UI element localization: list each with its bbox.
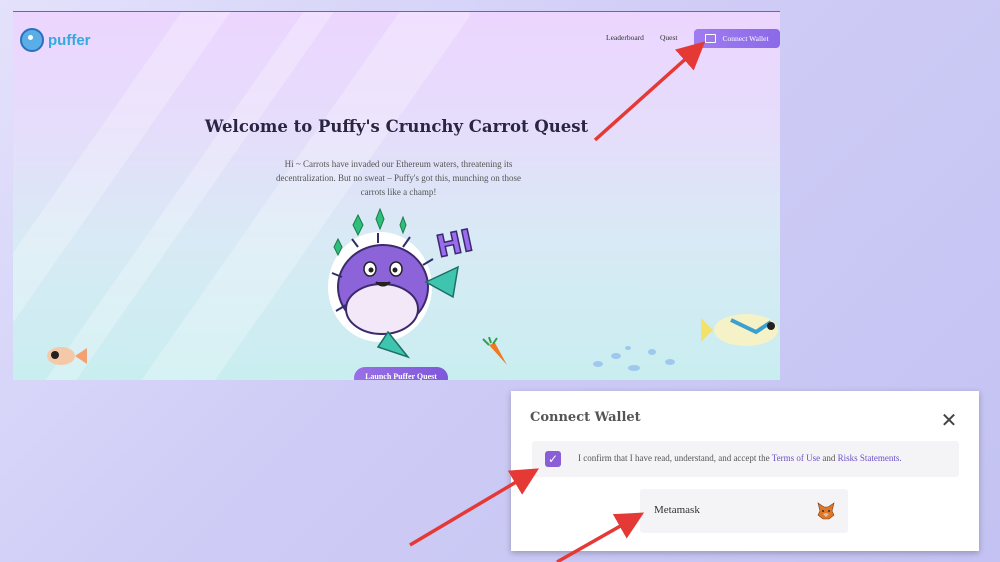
metamask-label: Metamask: [654, 504, 700, 516]
terms-checkbox[interactable]: ✓: [545, 451, 561, 467]
hero-title: Welcome to Puffy's Crunchy Carrot Quest: [204, 117, 589, 136]
close-icon[interactable]: ✕: [939, 410, 959, 430]
browser-viewport: puffer Leaderboard Quest Connect Wallet …: [13, 11, 780, 380]
confirm-and: and: [822, 453, 836, 463]
connect-wallet-button[interactable]: Connect Wallet: [694, 29, 780, 48]
hero-description: Hi ~ Carrots have invaded our Ethereum w…: [261, 157, 536, 199]
wallet-icon: [705, 34, 717, 43]
metamask-fox-icon: [817, 502, 835, 520]
nav-quest[interactable]: Quest: [660, 33, 678, 42]
nav-leaderboard[interactable]: Leaderboard: [606, 33, 644, 42]
hero-desc-line: carrots like a champ!: [360, 187, 437, 197]
reef-fish-image: [701, 314, 778, 346]
hero-desc-line: Hi ~ Carrots have invaded our Ethereum w…: [284, 159, 513, 169]
hero-desc-line: decentralization. But no sweat – Puffy's…: [276, 173, 521, 183]
bubbles-decoration: [593, 346, 675, 371]
terms-confirm-row: ✓ I confirm that I have read, understand…: [532, 441, 959, 477]
logo-text: puffer: [48, 31, 91, 49]
puffy-mascot-image: HI: [328, 207, 477, 359]
terms-of-use-link[interactable]: Terms of Use: [772, 453, 820, 463]
connect-wallet-modal: Connect Wallet ✕ ✓ I confirm that I have…: [511, 391, 979, 551]
terms-confirm-text: I confirm that I have read, understand, …: [578, 453, 902, 463]
connect-wallet-label: Connect Wallet: [722, 34, 769, 43]
carrot-icon: [482, 337, 507, 365]
puffer-logo-icon: [20, 28, 44, 52]
launch-puffer-quest-button[interactable]: Launch Puffer Quest: [354, 367, 448, 380]
sticker-hi-text: HI: [433, 223, 476, 265]
puffer-logo[interactable]: puffer: [20, 28, 91, 52]
risks-statements-link[interactable]: Risks Statements.: [838, 453, 902, 463]
small-fish-image: [47, 347, 87, 365]
modal-title: Connect Wallet: [530, 410, 641, 425]
metamask-wallet-option[interactable]: Metamask: [640, 489, 848, 533]
confirm-prefix: I confirm that I have read, understand, …: [578, 453, 770, 463]
